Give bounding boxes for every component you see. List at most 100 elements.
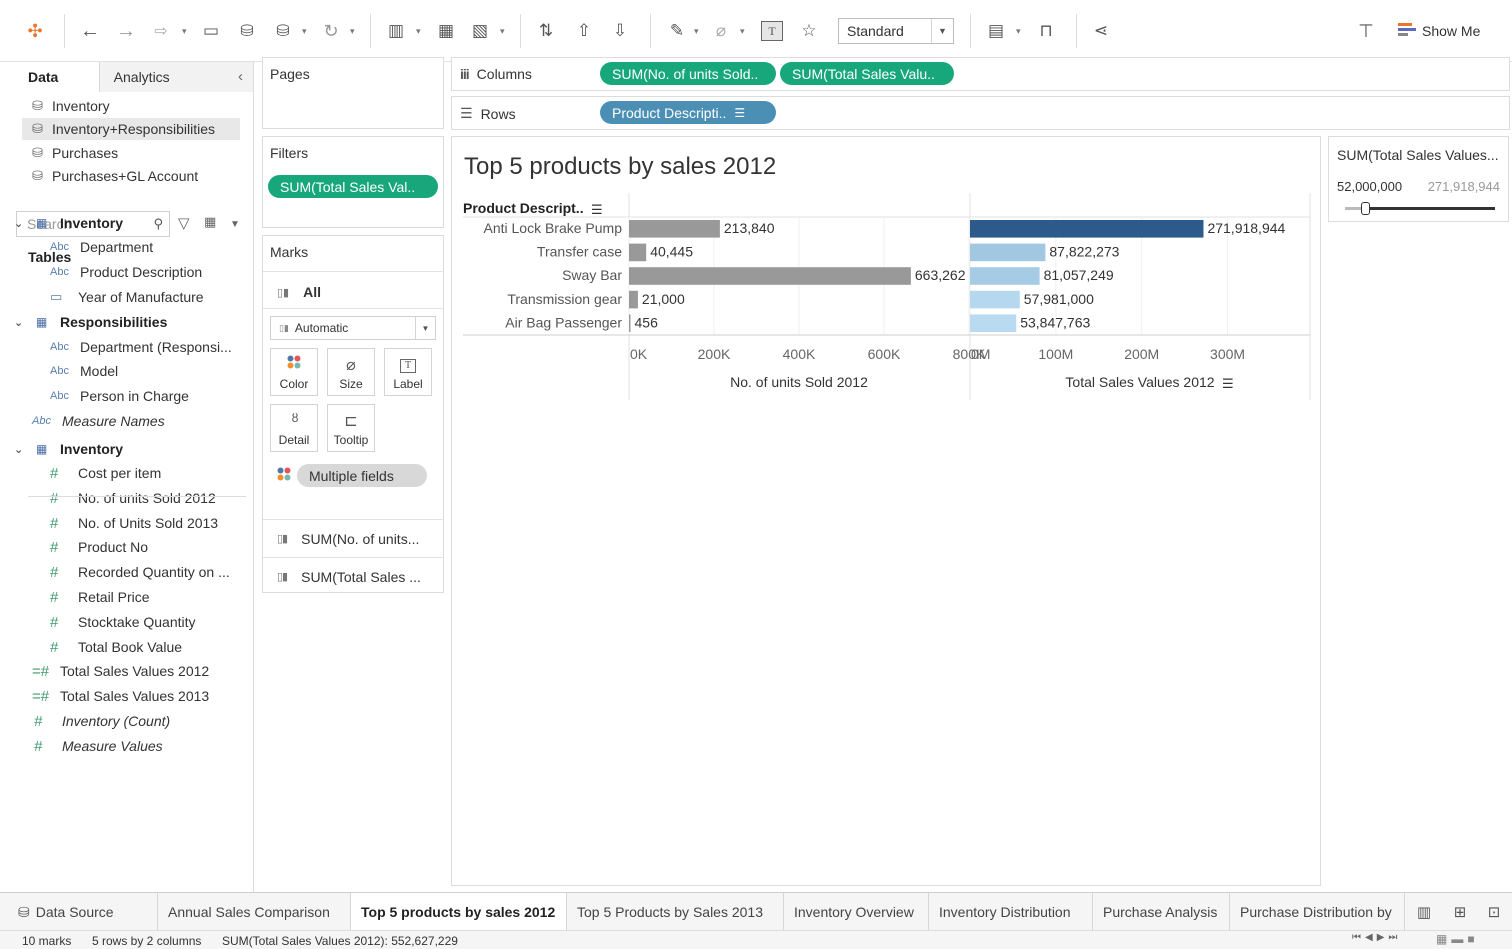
datasource-item[interactable]: ⛁ Inventory+Responsibilities: [22, 118, 240, 140]
new-datasource-icon[interactable]: ⛁: [234, 14, 260, 48]
tree-measure[interactable]: # Stocktake Quantity: [50, 611, 196, 633]
legend-slider-track[interactable]: [1345, 202, 1495, 215]
sheet-navigation-icon[interactable]: ⏮◀▶⏭: [1352, 932, 1401, 943]
tree-measure[interactable]: # Product No: [50, 536, 148, 558]
tree-dimension[interactable]: Abc Product Description: [50, 261, 202, 283]
highlight-icon[interactable]: ✎: [664, 14, 690, 48]
forward-icon[interactable]: →: [112, 14, 140, 48]
highlight-dropdown-icon[interactable]: ▾: [694, 26, 699, 37]
tree-dimension[interactable]: Abc Department: [50, 236, 153, 258]
tree-measure[interactable]: # Recorded Quantity on ...: [50, 561, 230, 583]
tree-dimension[interactable]: Abc Person in Charge: [50, 385, 189, 407]
presentation-icon[interactable]: ⊓: [1032, 14, 1060, 48]
tree-dimension[interactable]: ▭ Year of Manufacture: [50, 286, 204, 308]
new-worksheet-icon[interactable]: ▥: [1410, 895, 1438, 929]
tree-measure[interactable]: # Total Book Value: [50, 636, 182, 658]
multiple-fields-row[interactable]: Multiple fields: [277, 464, 427, 487]
share-icon[interactable]: ⋖: [1088, 14, 1114, 48]
legend-slider-handle[interactable]: [1361, 202, 1370, 215]
clear-icon[interactable]: ▧: [466, 14, 494, 48]
tree-measure[interactable]: # No. of Units Sold 2013: [50, 512, 218, 534]
clear-dropdown-icon[interactable]: ▾: [500, 26, 505, 37]
label-icon[interactable]: T: [758, 14, 786, 48]
columns-pill[interactable]: SUM(No. of units Sold..: [600, 62, 776, 85]
new-worksheet-icon[interactable]: ▥: [382, 14, 410, 48]
measure-mark-row[interactable]: ▯▮ SUM(Total Sales ...: [263, 557, 443, 595]
tableau-logo-icon[interactable]: ✣: [22, 14, 48, 48]
new-story-icon[interactable]: ⊡: [1480, 895, 1508, 929]
chevron-down-icon[interactable]: ⌄: [14, 316, 23, 329]
datasource-item[interactable]: ⛁ Inventory: [22, 95, 240, 117]
collapse-pane-icon[interactable]: ‹: [238, 68, 243, 85]
chevron-down-icon[interactable]: ▼: [230, 219, 240, 230]
columns-shelf[interactable]: iii Columns SUM(No. of units Sold.. SUM(…: [451, 57, 1510, 91]
tree-dimension[interactable]: Abc Measure Names: [32, 410, 165, 432]
multiple-fields-pill[interactable]: Multiple fields: [297, 464, 427, 487]
sheet-tab-active[interactable]: Top 5 products by sales 2012: [351, 893, 567, 931]
tree-table[interactable]: ⌄ ▦ Inventory: [14, 212, 123, 234]
sort-asc-icon[interactable]: ⇧: [570, 14, 598, 48]
sheet-tab[interactable]: Top 5 Products by Sales 2013: [567, 893, 784, 931]
datasource-item[interactable]: ⛁ Purchases: [22, 142, 240, 164]
tree-dimension[interactable]: Abc Model: [50, 360, 118, 382]
view-size-select[interactable]: Standard ▼: [838, 18, 954, 44]
redo-dropdown-icon[interactable]: ▾: [182, 26, 187, 37]
columns-pill[interactable]: SUM(Total Sales Valu..: [780, 62, 954, 85]
duplicate-icon[interactable]: ▦: [432, 14, 460, 48]
swap-icon[interactable]: ⇅: [532, 14, 560, 48]
tree-measure[interactable]: =# Total Sales Values 2012: [32, 660, 209, 682]
label-button[interactable]: T Label: [384, 348, 432, 396]
pages-card[interactable]: Pages: [262, 57, 444, 129]
tree-measure[interactable]: # Measure Values: [34, 735, 163, 757]
pin-icon[interactable]: ☆: [796, 14, 822, 48]
filters-card[interactable]: Filters SUM(Total Sales Val..: [262, 136, 444, 228]
tree-measure[interactable]: =# Total Sales Values 2013: [32, 685, 209, 707]
color-button[interactable]: Color: [270, 348, 318, 396]
refresh-dropdown-icon[interactable]: ▾: [350, 26, 355, 37]
fit-dropdown-icon[interactable]: ▾: [1016, 26, 1021, 37]
show-me-button[interactable]: Show Me: [1398, 18, 1480, 44]
tab-data[interactable]: Data: [0, 62, 100, 92]
tree-measure[interactable]: # No. of units Sold 2012: [50, 487, 216, 509]
view-mode-icon[interactable]: ▦▬■: [1436, 932, 1479, 946]
rows-pill[interactable]: Product Descripti.. ☰: [600, 101, 776, 124]
filter-pill[interactable]: SUM(Total Sales Val..: [268, 175, 438, 198]
tree-measure[interactable]: # Retail Price: [50, 586, 150, 608]
tree-measure[interactable]: # Inventory (Count): [34, 710, 170, 732]
tooltip-icon[interactable]: ⊤: [1352, 14, 1380, 48]
chevron-down-icon[interactable]: ⌄: [14, 217, 23, 230]
filter-icon[interactable]: ▽: [178, 214, 190, 232]
group-dropdown-icon[interactable]: ▾: [740, 26, 745, 37]
tree-table[interactable]: ⌄ ▦ Responsibilities: [14, 311, 167, 333]
tree-measure[interactable]: # Cost per item: [50, 462, 161, 484]
sheet-tab[interactable]: Inventory Distribution: [929, 893, 1093, 931]
sort-desc-icon[interactable]: ⇩: [606, 14, 634, 48]
redo-icon[interactable]: ⇨: [146, 14, 176, 48]
pause-icon[interactable]: ⛁: [270, 14, 296, 48]
sheet-tab[interactable]: Annual Sales Comparison: [158, 893, 351, 931]
save-icon[interactable]: ▭: [198, 14, 224, 48]
chevron-down-icon[interactable]: ⌄: [14, 443, 23, 456]
sheet-tab[interactable]: Purchase Distribution by: [1230, 893, 1405, 931]
group-icon[interactable]: ⌀: [708, 14, 734, 48]
refresh-icon[interactable]: ↻: [318, 14, 344, 48]
view-options-icon[interactable]: ▦: [204, 214, 216, 230]
detail-button[interactable]: ȣ Detail: [270, 404, 318, 452]
tab-analytics[interactable]: Analytics ‹: [99, 62, 253, 92]
tree-table[interactable]: ⌄ ▦ Inventory: [14, 438, 123, 460]
tooltip-button[interactable]: ⊏ Tooltip: [327, 404, 375, 452]
size-button[interactable]: ⌀ Size: [327, 348, 375, 396]
rows-shelf[interactable]: ☰ Rows Product Descripti.. ☰: [451, 96, 1510, 130]
back-icon[interactable]: ←: [76, 14, 104, 48]
data-source-tab[interactable]: ⛁ Data Source: [0, 893, 158, 931]
measure-mark-row[interactable]: ▯▮ SUM(No. of units...: [263, 519, 443, 557]
mark-type-select[interactable]: ▯▮ Automatic ▼: [270, 316, 436, 340]
pause-dropdown-icon[interactable]: ▾: [302, 26, 307, 37]
datasource-item[interactable]: ⛁ Purchases+GL Account: [22, 165, 240, 187]
sheet-tab[interactable]: Purchase Analysis: [1093, 893, 1230, 931]
sheet-tab[interactable]: Inventory Overview: [784, 893, 929, 931]
marks-all-row[interactable]: ▯▮ All: [277, 284, 321, 300]
tree-dimension[interactable]: Abc Department (Responsi...: [50, 336, 232, 358]
new-dashboard-icon[interactable]: ⊞: [1446, 895, 1474, 929]
new-worksheet-dropdown-icon[interactable]: ▾: [416, 26, 421, 37]
